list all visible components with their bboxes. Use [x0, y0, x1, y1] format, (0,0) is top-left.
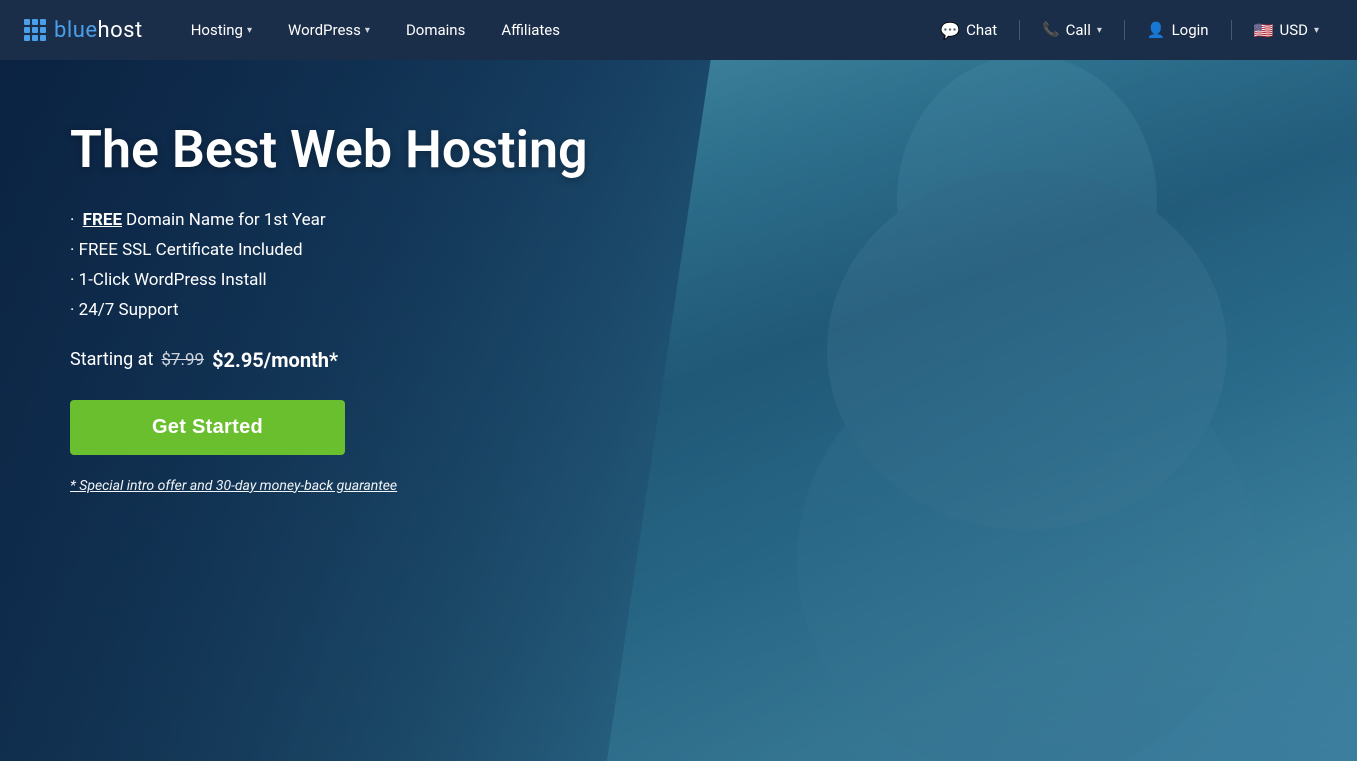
- hero-title: The Best Web Hosting: [70, 120, 588, 180]
- nav-domains[interactable]: Domains: [390, 13, 481, 47]
- feature2-text: · FREE SSL Certificate Included: [70, 240, 303, 260]
- call-chevron-icon: ▾: [1097, 25, 1102, 36]
- hero-section: The Best Web Hosting · FREE Domain Name …: [0, 0, 1357, 761]
- hero-content: The Best Web Hosting · FREE Domain Name …: [70, 120, 588, 494]
- get-started-button[interactable]: Get Started: [70, 400, 345, 455]
- feature3-text: · 1-Click WordPress Install: [70, 270, 267, 290]
- feature-domain: · FREE Domain Name for 1st Year: [70, 210, 588, 230]
- hero-person-image: [607, 0, 1357, 761]
- pricing-prefix: Starting at: [70, 349, 153, 370]
- disclaimer-link[interactable]: * Special intro offer and 30-day money-b…: [70, 478, 397, 494]
- nav-call[interactable]: 📞 Call ▾: [1028, 13, 1116, 47]
- flag-icon: 🇺🇸: [1254, 21, 1274, 40]
- nav-hosting[interactable]: Hosting ▾: [175, 13, 268, 47]
- feature-ssl: · FREE SSL Certificate Included: [70, 240, 588, 260]
- main-nav: Hosting ▾ WordPress ▾ Domains Affiliates: [175, 13, 926, 47]
- brand-name-host: host: [98, 18, 143, 43]
- chat-bubble-icon: 💬: [940, 21, 960, 40]
- nav-divider-3: [1231, 20, 1232, 40]
- price-new: $2.95/month*: [212, 348, 338, 372]
- navbar: bluehost Hosting ▾ WordPress ▾ Domains A…: [0, 0, 1357, 60]
- feature1-bullet: ·: [70, 210, 79, 230]
- nav-currency[interactable]: 🇺🇸 USD ▾: [1240, 13, 1333, 48]
- phone-icon: 📞: [1042, 22, 1059, 38]
- hosting-chevron-icon: ▾: [247, 25, 252, 36]
- brand-grid-icon: [24, 19, 46, 41]
- user-icon: 👤: [1147, 21, 1166, 39]
- currency-chevron-icon: ▾: [1314, 25, 1319, 36]
- wordpress-chevron-icon: ▾: [365, 25, 370, 36]
- price-old: $7.99: [161, 350, 204, 370]
- brand-logo[interactable]: bluehost: [24, 18, 143, 43]
- hero-features-list: · FREE Domain Name for 1st Year · FREE S…: [70, 210, 588, 320]
- nav-chat[interactable]: 💬 Chat: [926, 13, 1011, 48]
- feature1-free: FREE: [83, 210, 122, 230]
- feature-wordpress: · 1-Click WordPress Install: [70, 270, 588, 290]
- feature4-text: · 24/7 Support: [70, 300, 179, 320]
- nav-wordpress[interactable]: WordPress ▾: [272, 13, 386, 47]
- nav-divider-1: [1019, 20, 1020, 40]
- hero-pricing: Starting at $7.99 $2.95/month*: [70, 348, 588, 372]
- feature-support: · 24/7 Support: [70, 300, 588, 320]
- nav-login[interactable]: 👤 Login: [1133, 13, 1223, 47]
- nav-divider-2: [1124, 20, 1125, 40]
- brand-name: bluehost: [54, 18, 143, 43]
- nav-affiliates[interactable]: Affiliates: [485, 13, 576, 47]
- navbar-right: 💬 Chat 📞 Call ▾ 👤 Login 🇺🇸 USD ▾: [926, 13, 1333, 48]
- brand-name-blue: blue: [54, 18, 98, 43]
- feature1-rest: Domain Name for 1st Year: [126, 210, 326, 230]
